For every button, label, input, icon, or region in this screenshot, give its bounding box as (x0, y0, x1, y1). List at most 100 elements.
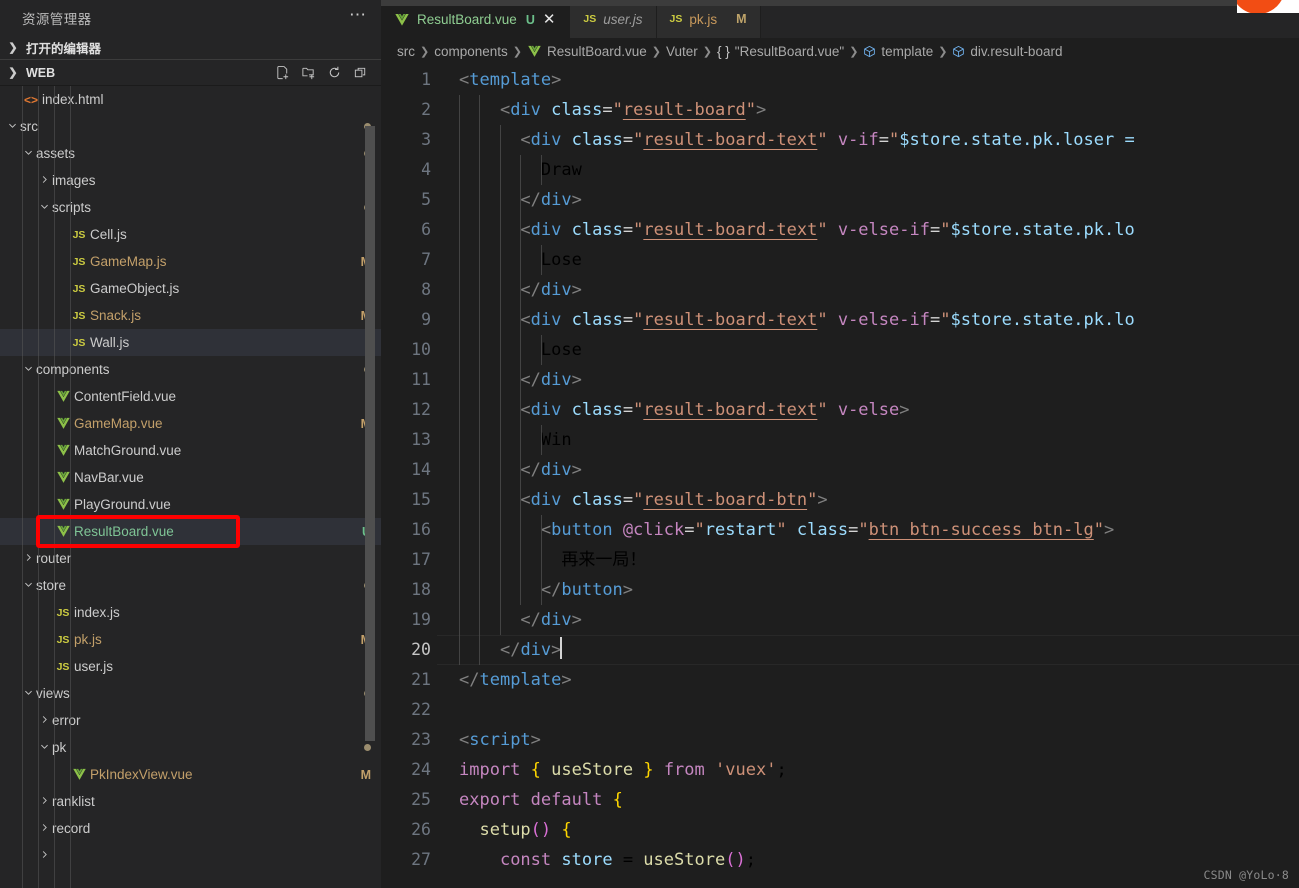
tree-item-scripts[interactable]: scripts (0, 194, 381, 221)
tree-item-label: NavBar.vue (74, 470, 144, 485)
file-tree[interactable]: <> index.html src assets images scripts JS Cell… (0, 86, 381, 888)
line-number: 27 (411, 850, 431, 869)
refresh-icon[interactable] (323, 62, 345, 84)
code-line[interactable]: 27 const store = useStore(); (381, 845, 1299, 875)
section-open-editors[interactable]: ❯ 打开的编辑器 (0, 35, 381, 59)
explorer-title-bar: 资源管理器 ⋯ (0, 0, 381, 35)
code-line[interactable]: 25 export default { (381, 785, 1299, 815)
code-line[interactable]: 11 </div> (381, 365, 1299, 395)
line-number: 18 (411, 580, 431, 599)
code-editor[interactable]: 1 <template> 2 <div class="result-board"> 3… (381, 65, 1299, 888)
breadcrumb-item-template[interactable]: template (863, 44, 933, 59)
tree-item-store[interactable]: store (0, 572, 381, 599)
tree-item-label: ranklist (52, 794, 95, 809)
code-line[interactable]: 3 <div class="result-board-text" v-if="$… (381, 125, 1299, 155)
sidebar-scrollbar[interactable] (365, 126, 375, 741)
tree-item-router[interactable]: router (0, 545, 381, 572)
tree-item-snack-js[interactable]: JSSnack.jsM (0, 302, 381, 329)
tree-item-contentfield-vue[interactable]: ContentField.vue (0, 383, 381, 410)
close-icon[interactable]: ✕ (542, 12, 557, 27)
tree-item-record[interactable]: record (0, 815, 381, 842)
line-number: 16 (411, 520, 431, 539)
tree-item-wall-js[interactable]: JS Wall.js (0, 329, 381, 356)
tree-item-cell-js[interactable]: JS Cell.js (0, 221, 381, 248)
code-line[interactable]: 7 Lose (381, 245, 1299, 275)
new-folder-icon[interactable] (297, 62, 319, 84)
code-line[interactable]: 23 <script> (381, 725, 1299, 755)
breadcrumb-item-resultboard-vue[interactable]: ResultBoard.vue (527, 44, 647, 59)
tree-item[interactable] (0, 842, 381, 869)
section-web[interactable]: ❯ WEB (0, 59, 381, 86)
code-line[interactable]: 18 </button> (381, 575, 1299, 605)
code-line[interactable]: 26 setup() { (381, 815, 1299, 845)
breadcrumb-item--resultboard-vue-[interactable]: { } "ResultBoard.vue" (717, 44, 844, 59)
tree-item-components[interactable]: components (0, 356, 381, 383)
explorer-title: 资源管理器 (22, 11, 92, 27)
code-text: <div class="result-board-text" v-if="$st… (520, 130, 1135, 150)
breadcrumb[interactable]: src ❯ components ❯ ResultBoard.vue ❯ Vuter ❯ { }… (381, 38, 1299, 65)
tree-item-error[interactable]: error (0, 707, 381, 734)
code-line[interactable]: 10 Lose (381, 335, 1299, 365)
tree-item-navbar-vue[interactable]: NavBar.vue (0, 464, 381, 491)
code-line[interactable]: 9 <div class="result-board-text" v-else-… (381, 305, 1299, 335)
tree-indent-guide (38, 86, 39, 888)
code-line[interactable]: 13 Win (381, 425, 1299, 455)
tree-item-label: error (52, 713, 81, 728)
tree-item-label: Cell.js (90, 227, 127, 242)
tree-item-label: GameMap.js (90, 254, 167, 269)
indent-guide (540, 245, 542, 275)
ellipsis-icon[interactable]: ⋯ (349, 6, 367, 27)
code-line[interactable]: 24 import { useStore } from 'vuex'; (381, 755, 1299, 785)
tree-item-matchground-vue[interactable]: MatchGround.vue (0, 437, 381, 464)
breadcrumb-separator: ❯ (938, 46, 948, 58)
tree-item-index-js[interactable]: JS index.js (0, 599, 381, 626)
tree-item-assets[interactable]: assets (0, 140, 381, 167)
section-open-editors-label: 打开的编辑器 (26, 41, 102, 56)
tree-item-src[interactable]: src (0, 113, 381, 140)
new-file-icon[interactable] (271, 62, 293, 84)
line-number: 10 (411, 340, 431, 359)
tree-item-resultboard-vue[interactable]: ResultBoard.vueU (0, 518, 381, 545)
breadcrumb-item-vuter[interactable]: Vuter (666, 44, 698, 59)
code-line[interactable]: 14 </div> (381, 455, 1299, 485)
breadcrumb-item-src[interactable]: src (397, 44, 415, 59)
code-line[interactable]: 5 </div> (381, 185, 1299, 215)
tree-item-pk[interactable]: pk (0, 734, 381, 761)
tree-item-playground-vue[interactable]: PlayGround.vue (0, 491, 381, 518)
collapse-all-icon[interactable] (349, 62, 371, 84)
breadcrumb-item-components[interactable]: components (434, 44, 508, 59)
vue-icon (394, 12, 410, 28)
code-line[interactable]: 21 </template> (381, 665, 1299, 695)
code-line[interactable]: 4 Draw (381, 155, 1299, 185)
breadcrumb-separator: ❯ (849, 46, 859, 58)
code-line[interactable]: 16 <button @click="restart" class="btn b… (381, 515, 1299, 545)
code-text: </template> (459, 670, 572, 690)
code-line[interactable]: 19 </div> (381, 605, 1299, 635)
tree-item-gameobject-js[interactable]: JS GameObject.js (0, 275, 381, 302)
tree-item-images[interactable]: images (0, 167, 381, 194)
code-line[interactable]: 8 </div> (381, 275, 1299, 305)
tree-item-gamemap-vue[interactable]: GameMap.vueM (0, 410, 381, 437)
tree-item-user-js[interactable]: JS user.js (0, 653, 381, 680)
code-line[interactable]: 2 <div class="result-board"> (381, 95, 1299, 125)
code-text: 再来一局！ (459, 550, 647, 570)
tree-item-ranklist[interactable]: ranklist (0, 788, 381, 815)
breadcrumb-item-div-result-board[interactable]: div.result-board (952, 44, 1062, 59)
breadcrumb-label: template (881, 44, 934, 59)
code-line[interactable]: 6 <div class="result-board-text" v-else-… (381, 215, 1299, 245)
tree-item-label: Wall.js (90, 335, 130, 350)
tree-item-views[interactable]: views (0, 680, 381, 707)
tree-item-pk-js[interactable]: JSpk.jsM (0, 626, 381, 653)
tree-item-gamemap-js[interactable]: JSGameMap.jsM (0, 248, 381, 275)
code-line[interactable]: 12 <div class="result-board-text" v-else… (381, 395, 1299, 425)
tree-item-pkindexview-vue[interactable]: PkIndexView.vue M (0, 761, 381, 788)
code-line[interactable]: 22 (381, 695, 1299, 725)
breadcrumb-separator: ❯ (702, 46, 713, 58)
breadcrumb-label: Vuter (666, 44, 698, 59)
code-line[interactable]: 1 <template> (381, 65, 1299, 95)
code-line[interactable]: 17 再来一局！ (381, 545, 1299, 575)
breadcrumb-separator: ❯ (420, 46, 430, 58)
code-line[interactable]: 20 </div> (381, 635, 1299, 665)
code-line[interactable]: 15 <div class="result-board-btn"> (381, 485, 1299, 515)
tree-item-index-html[interactable]: <> index.html (0, 86, 381, 113)
